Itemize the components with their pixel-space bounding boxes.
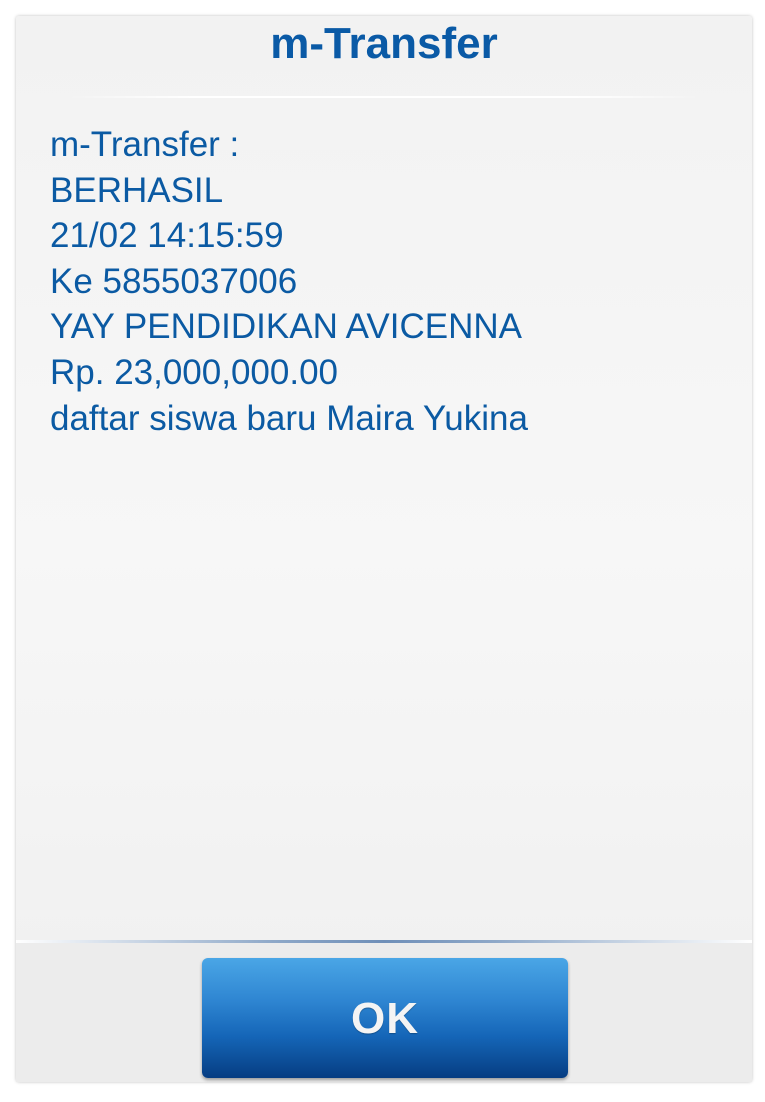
screen: m-Transfer m-Transfer : BERHASIL 21/02 1…	[0, 0, 765, 1102]
message-heading: m-Transfer :	[50, 125, 240, 164]
header-divider	[66, 96, 702, 98]
destination-account: Ke 5855037006	[50, 261, 298, 301]
transfer-amount: Rp. 23,000,000.00	[50, 352, 339, 392]
dialog-message: m-Transfer : BERHASIL 21/02 14:15:59 Ke …	[50, 122, 730, 441]
ok-button[interactable]: OK	[202, 958, 568, 1078]
dialog-header: m-Transfer	[16, 16, 752, 96]
dialog-title: m-Transfer	[270, 19, 498, 68]
transfer-status: BERHASIL	[50, 170, 224, 210]
transfer-result-dialog: m-Transfer m-Transfer : BERHASIL 21/02 1…	[16, 16, 752, 1082]
transfer-datetime: 21/02 14:15:59	[50, 216, 284, 256]
recipient-name: YAY PENDIDIKAN AVICENNA	[50, 307, 522, 347]
dialog-footer: OK	[16, 943, 752, 1082]
ok-button-label: OK	[351, 994, 419, 1043]
transfer-note: daftar siswa baru Maira Yukina	[50, 398, 528, 438]
